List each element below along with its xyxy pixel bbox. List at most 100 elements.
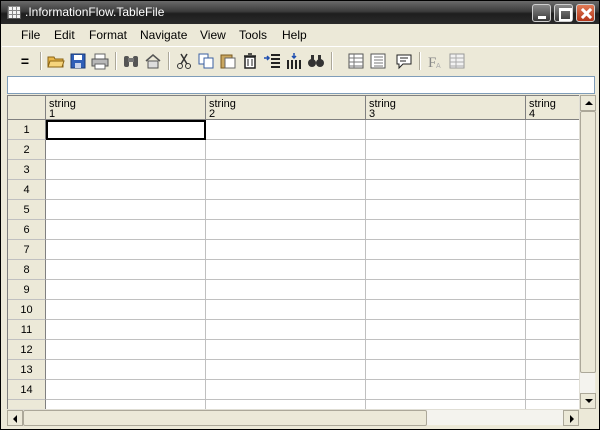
scroll-down-button[interactable] [580,393,596,409]
binoculars-icon[interactable] [122,52,140,70]
table-cell[interactable] [526,300,579,320]
row-header[interactable]: 11 [8,320,46,340]
maximize-button[interactable] [554,4,573,22]
cut-icon[interactable] [175,52,193,70]
row-header[interactable]: 2 [8,140,46,160]
row-header[interactable]: 8 [8,260,46,280]
table-cell[interactable] [526,140,579,160]
table-cell[interactable] [526,180,579,200]
menu-help[interactable]: Help [282,28,307,42]
row-header[interactable]: 13 [8,360,46,380]
table-cell[interactable] [206,180,366,200]
table-cell[interactable] [526,160,579,180]
column-header-1[interactable]: string 1 [46,96,206,120]
scroll-left-button[interactable] [7,410,23,426]
table-cell[interactable] [526,400,579,409]
menu-navigate[interactable]: Navigate [140,28,187,42]
save-icon[interactable] [69,52,87,70]
table-cell[interactable] [46,300,206,320]
table-cell[interactable] [206,200,366,220]
row-header-partial[interactable] [8,400,46,409]
table-cell[interactable] [46,340,206,360]
table-cell[interactable] [206,320,366,340]
row-header[interactable]: 3 [8,160,46,180]
table-cell[interactable] [206,120,366,140]
insert-column-icon[interactable] [285,52,303,70]
table-cell[interactable] [366,120,526,140]
copy-icon[interactable] [197,52,215,70]
table-cell[interactable] [526,200,579,220]
comment-icon[interactable] [395,52,413,70]
table-cell[interactable] [366,240,526,260]
active-cell[interactable] [46,120,206,140]
table-cell[interactable] [526,380,579,400]
table-cell[interactable] [206,240,366,260]
table-cell[interactable] [206,340,366,360]
table-cell[interactable] [206,260,366,280]
table-cell[interactable] [366,360,526,380]
table-cell[interactable] [526,260,579,280]
table-cell[interactable] [46,380,206,400]
table-cell[interactable] [366,200,526,220]
column-header-4[interactable]: string 4 [526,96,579,120]
menu-format[interactable]: Format [89,28,127,42]
table-cell[interactable] [46,180,206,200]
table-cell[interactable] [206,360,366,380]
row-header[interactable]: 6 [8,220,46,240]
minimize-button[interactable] [532,4,551,22]
row-header[interactable]: 4 [8,180,46,200]
paste-icon[interactable] [219,52,237,70]
table-cell[interactable] [46,140,206,160]
delete-icon[interactable] [241,52,259,70]
table-cell[interactable] [526,220,579,240]
vertical-scroll-thumb[interactable] [580,111,596,373]
table-cell[interactable] [46,240,206,260]
row-header[interactable]: 10 [8,300,46,320]
table-cell[interactable] [46,260,206,280]
table-cell[interactable] [366,260,526,280]
table-cell[interactable] [46,400,206,409]
table-cell[interactable] [206,280,366,300]
grid-settings-icon[interactable] [448,52,466,70]
menu-view[interactable]: View [200,28,226,42]
open-folder-icon[interactable] [47,52,65,70]
table-cell[interactable] [46,280,206,300]
table-cell[interactable] [206,300,366,320]
row-header[interactable]: 14 [8,380,46,400]
table-cell[interactable] [206,400,366,409]
row-header[interactable]: 1 [8,120,46,140]
table-cell[interactable] [206,140,366,160]
table-cell[interactable] [46,360,206,380]
row-header[interactable]: 9 [8,280,46,300]
column-header-3[interactable]: string 3 [366,96,526,120]
table-cell[interactable] [526,240,579,260]
print-icon[interactable] [91,52,109,70]
column-header-2[interactable]: string 2 [206,96,366,120]
table-cell[interactable] [366,180,526,200]
table-cell[interactable] [46,320,206,340]
table-cell[interactable] [366,220,526,240]
title-bar[interactable]: .InformationFlow.TableFile [1,1,599,24]
table-cell[interactable] [366,300,526,320]
table-cell[interactable] [366,340,526,360]
row-header[interactable]: 7 [8,240,46,260]
size-grip[interactable] [579,409,595,425]
table-cell[interactable] [206,160,366,180]
equals-icon[interactable]: = [16,52,34,70]
table-cell[interactable] [366,160,526,180]
table-cell[interactable] [366,280,526,300]
table-cell[interactable] [526,120,579,140]
list-view-icon[interactable] [369,52,387,70]
home-icon[interactable] [144,52,162,70]
table-cell[interactable] [366,140,526,160]
scroll-right-button[interactable] [563,410,579,426]
menu-edit[interactable]: Edit [54,28,75,42]
grid-corner[interactable] [8,96,46,120]
font-icon[interactable]: FA [426,52,444,70]
scroll-up-button[interactable] [580,95,596,111]
row-header[interactable]: 12 [8,340,46,360]
insert-row-icon[interactable] [263,52,281,70]
formula-bar[interactable] [7,76,595,94]
table-cell[interactable] [206,220,366,240]
find-icon[interactable] [307,52,325,70]
